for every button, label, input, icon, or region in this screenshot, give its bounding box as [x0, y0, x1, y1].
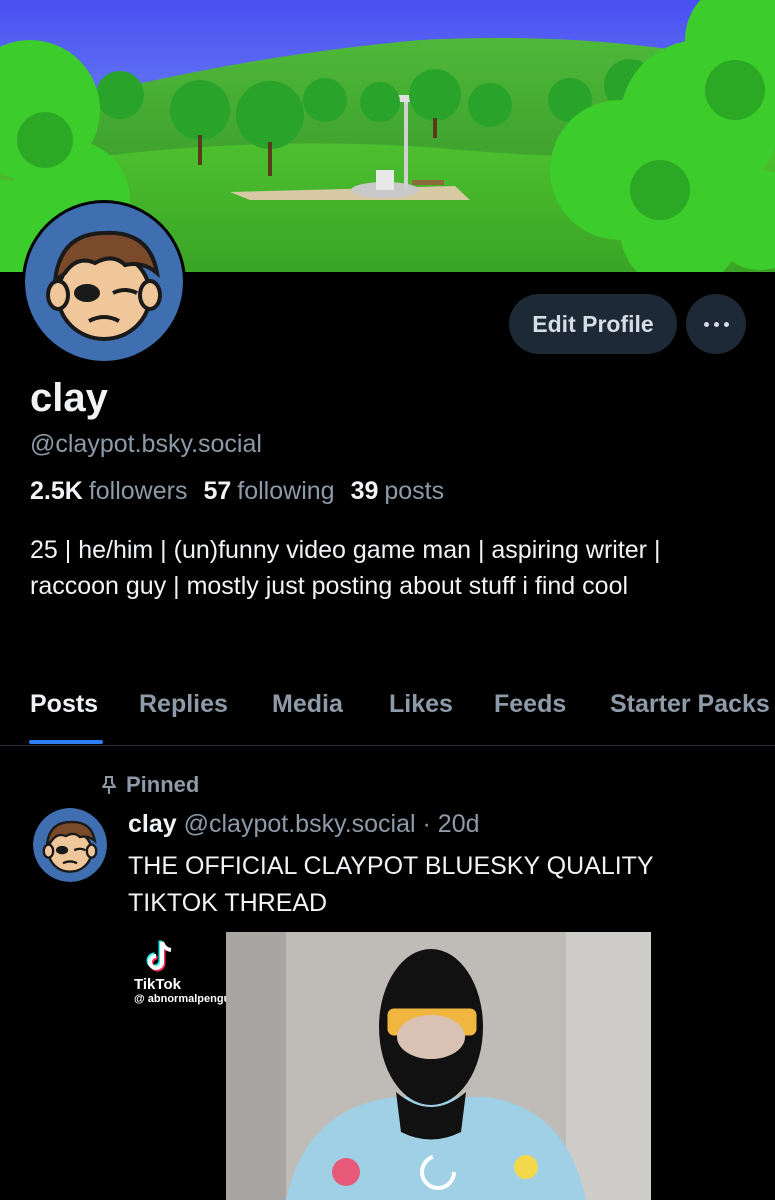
post-header: clay @claypot.bsky.social · 20d — [128, 810, 480, 839]
post-author-handle[interactable]: @claypot.bsky.social — [184, 810, 416, 838]
more-options-button[interactable] — [686, 294, 746, 354]
profile-tabs: Posts Replies Media Likes Feeds Starter … — [0, 676, 775, 746]
pinned-label: Pinned — [126, 772, 200, 797]
tiktok-logo-icon — [146, 940, 172, 972]
edit-profile-button[interactable]: Edit Profile — [509, 294, 677, 354]
ellipsis-icon — [703, 321, 709, 327]
post-author-name[interactable]: clay — [128, 810, 177, 838]
profile-handle: @claypot.bsky.social — [30, 430, 262, 458]
active-tab-indicator — [29, 740, 103, 744]
post-text: THE OFFICIAL CLAYPOT BLUESKY QUALITY TIK… — [128, 852, 654, 917]
profile-bio: 25 | he/him | (un)funny video game man |… — [30, 536, 661, 600]
post-author-avatar[interactable] — [33, 808, 107, 882]
post-video[interactable]: TikTok @ abnormalpenguin2 — [128, 932, 748, 1200]
followers-stat[interactable]: 2.5K followers — [30, 477, 187, 506]
video-thumbnail — [226, 932, 651, 1200]
tab-feeds[interactable]: Feeds — [494, 690, 566, 719]
pinned-indicator: Pinned — [100, 772, 199, 798]
post-timestamp[interactable]: · 20d — [423, 810, 480, 838]
tiktok-watermark: TikTok — [134, 976, 181, 993]
tab-media[interactable]: Media — [272, 690, 343, 719]
tab-posts[interactable]: Posts — [30, 690, 98, 719]
following-stat[interactable]: 57 following — [203, 477, 334, 506]
tab-likes[interactable]: Likes — [389, 690, 453, 719]
profile-stats: 2.5K followers 57 following 39 posts — [30, 477, 444, 506]
display-name: clay — [30, 376, 108, 420]
tab-starter-packs[interactable]: Starter Packs — [610, 690, 770, 719]
profile-avatar[interactable] — [22, 200, 186, 364]
tab-replies[interactable]: Replies — [139, 690, 228, 719]
posts-stat: 39 posts — [350, 477, 445, 505]
pin-icon — [102, 776, 116, 794]
